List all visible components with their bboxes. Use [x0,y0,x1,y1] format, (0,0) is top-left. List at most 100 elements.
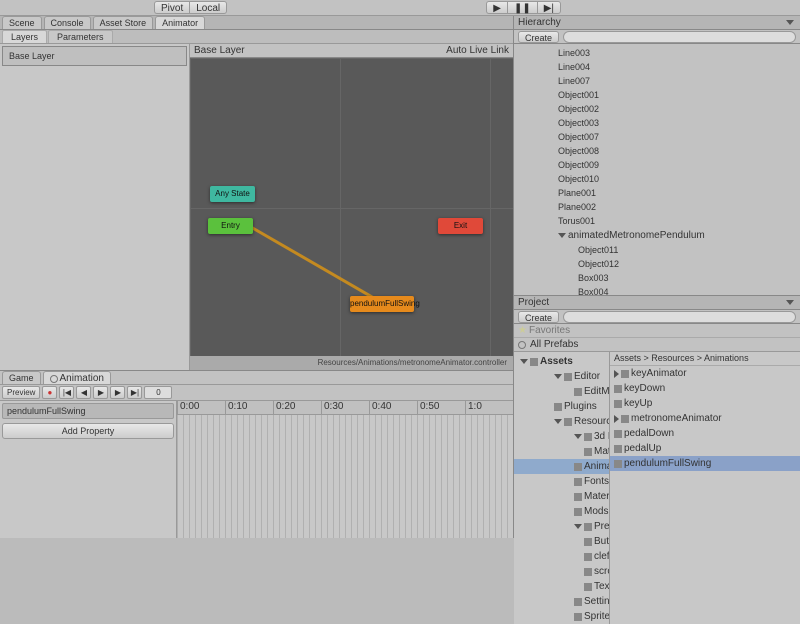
folder-item[interactable]: Prefabs [514,519,609,534]
last-key-button[interactable]: ▶| [127,386,142,399]
folder-item[interactable]: Mods [514,504,609,519]
pause-button[interactable]: ❚❚ [507,1,537,14]
anim-play-button[interactable]: ▶ [93,386,108,399]
base-layer-item[interactable]: Base Layer [2,46,187,66]
folder-item[interactable]: Sprites [514,609,609,624]
asset-item[interactable]: keyAnimator [610,366,800,381]
hierarchy-tree[interactable]: Line003 Line004 Line007 Object001 Object… [514,44,800,295]
folder-item[interactable]: Materials [514,489,609,504]
record-button[interactable]: ● [42,386,57,399]
asset-item[interactable]: keyDown [610,381,800,396]
project-create-button[interactable]: Create [518,311,559,323]
hierarchy-item[interactable]: Object007 [518,130,796,144]
asset-item[interactable]: pedalDown [610,426,800,441]
asset-item[interactable]: pedalUp [610,441,800,456]
play-button[interactable]: ▶ [486,1,507,14]
folder-item[interactable]: Fonts [514,474,609,489]
expand-icon[interactable] [574,434,582,439]
hierarchy-item[interactable]: Object003 [518,116,796,130]
prev-key-button[interactable]: ◀ [76,386,91,399]
frame-field[interactable] [144,386,172,399]
tab-animator[interactable]: Animator [155,16,205,29]
dropdown-icon[interactable] [786,20,794,25]
favorites-label[interactable]: Favorites [529,325,570,336]
animation-timeline[interactable]: 0:00 0:10 0:20 0:30 0:40 0:50 1:0 [177,401,513,538]
expand-icon[interactable] [554,374,562,379]
folder-item[interactable]: Animations [514,459,609,474]
preview-toggle[interactable]: Preview [2,386,40,399]
folder-item[interactable]: clefs [514,549,609,564]
asset-item[interactable]: keyUp [610,396,800,411]
node-any-state[interactable]: Any State [210,186,255,202]
node-entry[interactable]: Entry [208,218,253,234]
animator-subtabs: Layers Parameters [0,30,513,44]
clip-selector[interactable]: pendulumFullSwing [2,403,174,419]
hierarchy-item[interactable]: Object012 [518,257,796,271]
folder-item[interactable]: Buttons [514,534,609,549]
tab-scene[interactable]: Scene [2,16,42,29]
hierarchy-item[interactable]: Object009 [518,158,796,172]
expand-icon[interactable] [554,419,562,424]
hierarchy-item[interactable]: Object001 [518,88,796,102]
tab-animation[interactable]: Animation [43,371,111,384]
hierarchy-item[interactable]: animatedMetronomePendulum [518,228,796,243]
expand-icon[interactable] [614,415,619,423]
hierarchy-create-button[interactable]: Create [518,31,559,43]
node-state[interactable]: pendulumFullSwing [350,296,414,312]
project-search[interactable] [563,311,796,323]
hierarchy-item[interactable]: Plane001 [518,186,796,200]
hierarchy-item[interactable]: Line007 [518,74,796,88]
project-breadcrumbs[interactable]: Assets > Resources > Animations [610,352,800,366]
hierarchy-item[interactable]: Object008 [518,144,796,158]
tab-game[interactable]: Game [2,371,41,384]
auto-live-link[interactable]: Auto Live Link [446,44,509,57]
hierarchy-item[interactable]: Line003 [518,46,796,60]
project-contents[interactable]: Assets > Resources > Animations keyAnima… [610,352,800,624]
folder-item[interactable]: Resources [514,414,609,429]
step-button[interactable]: ▶| [537,1,561,14]
tab-console[interactable]: Console [44,16,91,29]
transition-edge[interactable] [250,226,389,307]
expand-icon[interactable] [614,370,619,378]
folder-icon [584,448,592,456]
folder-item[interactable]: Plugins [514,399,609,414]
expand-icon[interactable] [558,233,566,238]
tab-asset-store[interactable]: Asset Store [93,16,154,29]
hierarchy-item[interactable]: Object002 [518,102,796,116]
project-filter-row[interactable]: All Prefabs [514,338,800,352]
hierarchy-item[interactable]: Plane002 [518,200,796,214]
local-button[interactable]: Local [189,1,227,14]
hierarchy-item[interactable]: Object010 [518,172,796,186]
parameters-tab[interactable]: Parameters [48,30,113,43]
time-ruler[interactable]: 0:00 0:10 0:20 0:30 0:40 0:50 1:0 [177,401,513,415]
add-property-button[interactable]: Add Property [2,423,174,439]
dropdown-icon[interactable] [786,300,794,305]
folder-item[interactable]: Text [514,579,609,594]
folder-item[interactable]: Materials [514,444,609,459]
hierarchy-item[interactable]: Object011 [518,243,796,257]
project-folders[interactable]: Assets Editor EditModeTe Plugins Resourc… [514,352,610,624]
asset-item[interactable]: metronomeAnimator [610,411,800,426]
hierarchy-item[interactable]: Box003 [518,271,796,285]
folder-item[interactable]: Editor [514,369,609,384]
expand-icon[interactable] [574,524,582,529]
hierarchy-item[interactable]: Line004 [518,60,796,74]
folder-item[interactable]: Settings [514,594,609,609]
pivot-button[interactable]: Pivot [154,1,189,14]
next-key-button[interactable]: ▶ [110,386,125,399]
folder-icon [584,433,592,441]
first-key-button[interactable]: |◀ [59,386,74,399]
state-graph[interactable]: Base Layer Auto Live Link Any State Entr… [190,44,513,370]
folder-item[interactable]: scrollCont [514,564,609,579]
expand-icon[interactable] [520,359,528,364]
asset-item[interactable]: pendulumFullSwing [610,456,800,471]
graph-canvas[interactable]: Any State Entry Exit pendulumFullSwing [190,58,513,356]
folder-item[interactable]: Assets [514,354,609,369]
hierarchy-item[interactable]: Box004 [518,285,796,295]
node-exit[interactable]: Exit [438,218,483,234]
hierarchy-search[interactable] [563,31,796,43]
hierarchy-item[interactable]: Torus001 [518,214,796,228]
folder-item[interactable]: 3d Models [514,429,609,444]
folder-item[interactable]: EditModeTe [514,384,609,399]
layers-tab[interactable]: Layers [2,30,47,43]
